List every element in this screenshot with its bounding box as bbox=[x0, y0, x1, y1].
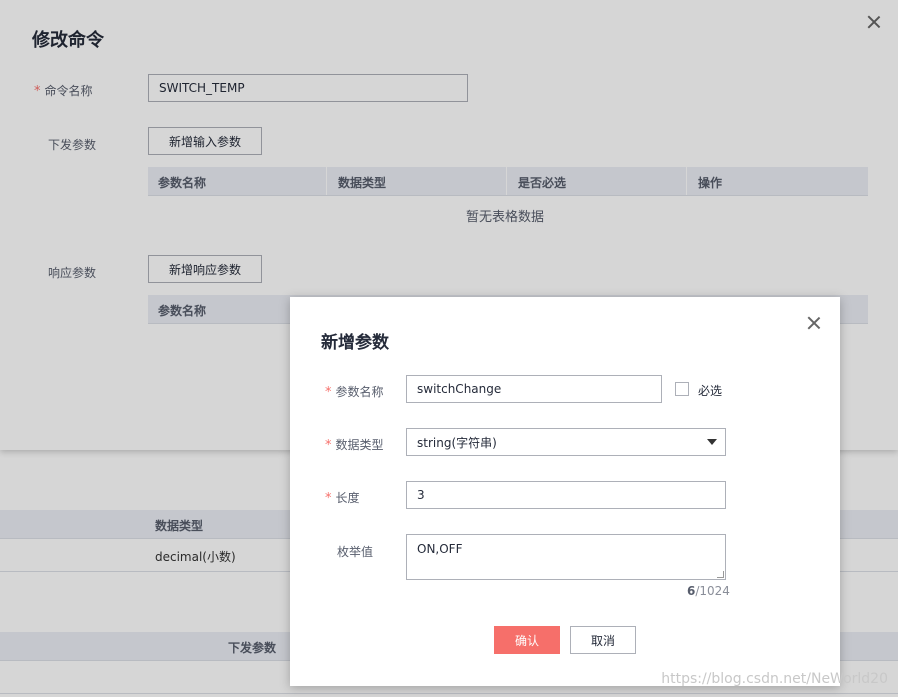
data-type-label: * 数据类型 bbox=[325, 436, 384, 453]
resize-handle[interactable] bbox=[717, 571, 724, 578]
data-type-select[interactable]: string(字符串) bbox=[406, 428, 726, 456]
enum-label: 枚举值 bbox=[337, 545, 374, 559]
confirm-button[interactable]: 确认 bbox=[494, 626, 560, 654]
label-text: 参数名称 bbox=[335, 385, 384, 399]
cancel-button[interactable]: 取消 bbox=[570, 626, 636, 654]
enum-textarea[interactable]: ON,OFF bbox=[406, 534, 726, 580]
required-mark: * bbox=[325, 491, 332, 506]
char-counter: 6/1024 bbox=[687, 584, 730, 598]
chevron-down-icon[interactable] bbox=[707, 439, 717, 445]
label-text: 长度 bbox=[335, 491, 360, 505]
param-name-input[interactable]: switchChange bbox=[406, 375, 662, 403]
param-name-label: * 参数名称 bbox=[325, 383, 384, 400]
required-mark: * bbox=[325, 385, 332, 400]
data-type-selected-value: string(字符串) bbox=[417, 435, 497, 450]
required-checkbox-label[interactable]: 必选 bbox=[698, 382, 722, 399]
label-text: 数据类型 bbox=[335, 438, 384, 452]
enum-value: ON,OFF bbox=[417, 542, 463, 556]
required-checkbox[interactable] bbox=[675, 382, 689, 396]
counter-max: /1024 bbox=[695, 584, 730, 598]
close-icon[interactable] bbox=[807, 316, 821, 330]
required-mark: * bbox=[325, 438, 332, 453]
add-param-dialog: 新增参数 * 参数名称 switchChange 必选 * 数据类型 string(… bbox=[290, 297, 840, 686]
dialog-title: 新增参数 bbox=[321, 333, 389, 353]
length-label: * 长度 bbox=[325, 489, 360, 506]
length-input[interactable]: 3 bbox=[406, 481, 726, 509]
watermark: https://blog.csdn.net/NeWorld20 bbox=[661, 671, 888, 687]
